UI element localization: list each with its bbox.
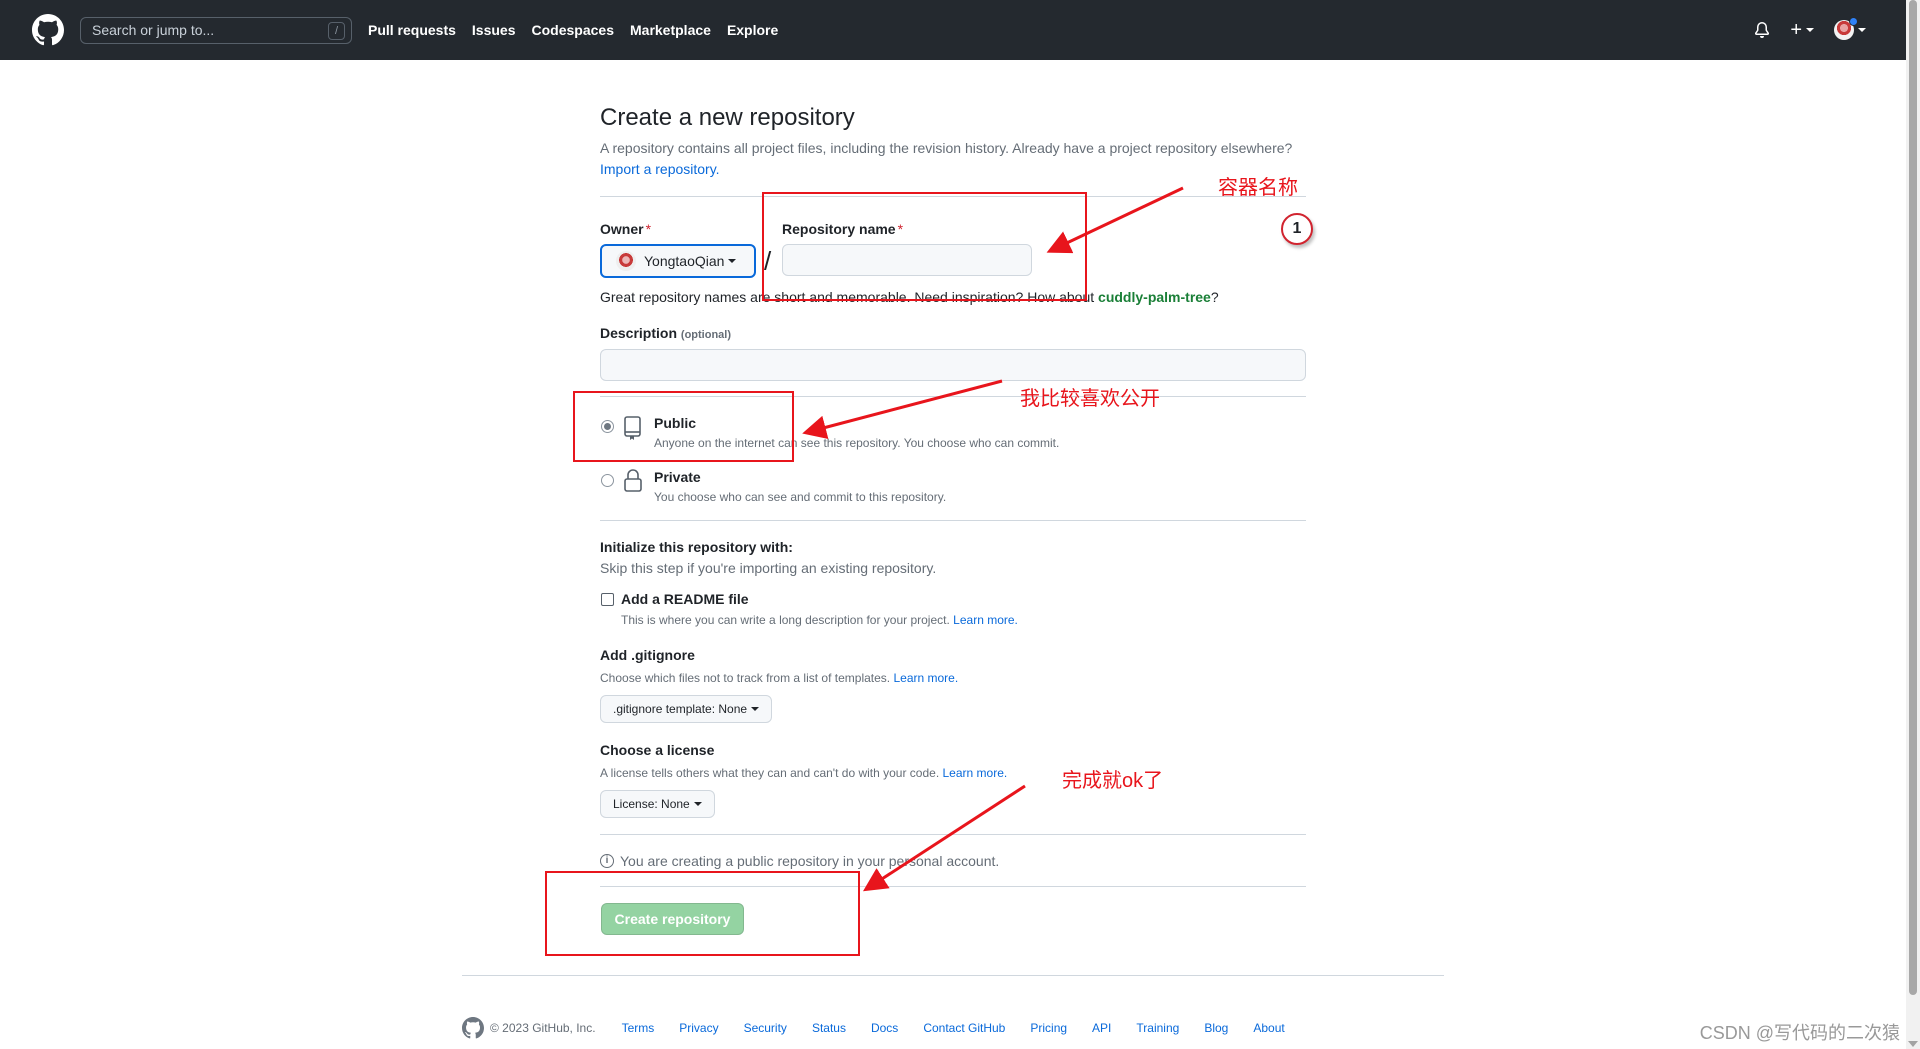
subtitle-text: A repository contains all project files,… <box>600 140 1293 156</box>
plus-icon: + <box>1790 19 1802 41</box>
owner-select[interactable]: YongtaoQian <box>600 244 756 278</box>
chevron-down-icon <box>728 259 737 263</box>
owner-value: YongtaoQian <box>644 253 725 269</box>
info-icon: i <box>600 854 614 868</box>
footer-link-pricing[interactable]: Pricing <box>1030 1021 1067 1035</box>
gitignore-learn-more-link[interactable]: Learn more. <box>893 671 958 685</box>
annotation-done-note: 完成就ok了 <box>1062 770 1164 792</box>
description-input[interactable] <box>600 349 1306 381</box>
divider <box>600 520 1306 521</box>
lock-icon <box>624 469 642 492</box>
footer-link-api[interactable]: API <box>1092 1021 1111 1035</box>
csdn-watermark: CSDN @写代码的二次猿 <box>1699 1023 1900 1043</box>
user-menu[interactable] <box>1834 17 1866 40</box>
account-info: i You are creating a public repository i… <box>600 853 999 869</box>
footer-link-privacy[interactable]: Privacy <box>679 1021 718 1035</box>
gitignore-description: Choose which files not to track from a l… <box>600 671 959 685</box>
arrow-to-public <box>802 379 1003 440</box>
primary-nav: Pull requests Issues Codespaces Marketpl… <box>368 0 794 60</box>
gitignore-title: Add .gitignore <box>600 647 695 663</box>
visibility-private-radio[interactable] <box>601 474 614 487</box>
chevron-down-icon <box>1806 28 1814 32</box>
annotation-repo-name-note: 容器名称 <box>1218 177 1298 199</box>
account-info-text: You are creating a public repository in … <box>620 853 1000 869</box>
private-description: You choose who can see and commit to thi… <box>654 490 947 504</box>
owner-label: Owner * <box>600 221 652 237</box>
footer-link-blog[interactable]: Blog <box>1204 1021 1228 1035</box>
license-description: A license tells others what they can and… <box>600 766 1008 780</box>
readme-learn-more-link[interactable]: Learn more. <box>953 613 1018 627</box>
license-select-value: License: None <box>613 797 690 811</box>
nav-explore[interactable]: Explore <box>727 22 778 38</box>
nav-issues[interactable]: Issues <box>472 22 516 38</box>
owner-avatar <box>616 251 636 271</box>
page-title: Create a new repository <box>600 104 855 131</box>
footer: © 2023 GitHub, Inc. Terms Privacy Securi… <box>462 1017 1310 1039</box>
scrollbar-thumb[interactable] <box>1909 0 1917 995</box>
create-new-dropdown[interactable]: + <box>1790 20 1814 40</box>
readme-description: This is where you can write a long descr… <box>621 613 1018 627</box>
scrollbar[interactable] <box>1906 0 1920 1049</box>
header-actions: + <box>1734 0 1866 60</box>
annotation-box-create <box>545 871 860 956</box>
nav-codespaces[interactable]: Codespaces <box>532 22 614 38</box>
annotation-box-repo-name <box>762 192 1087 301</box>
gitignore-select-value: .gitignore template: None <box>613 702 748 716</box>
github-logo-icon[interactable] <box>462 1017 484 1039</box>
import-repo-link[interactable]: Import a repository. <box>600 161 720 177</box>
notifications-bell-icon[interactable] <box>1754 22 1770 38</box>
annotation-public-note: 我比较喜欢公开 <box>1020 388 1160 410</box>
nav-marketplace[interactable]: Marketplace <box>630 22 711 38</box>
description-label: Description (optional) <box>600 325 732 341</box>
readme-label: Add a README file <box>621 591 749 607</box>
search-shortcut-key: / <box>328 22 345 40</box>
repo-name-suggestion[interactable]: cuddly-palm-tree <box>1098 289 1211 305</box>
nav-pull-requests[interactable]: Pull requests <box>368 22 456 38</box>
github-logo-icon[interactable] <box>32 14 64 46</box>
annotation-box-public <box>573 391 794 462</box>
chevron-down-icon <box>751 707 760 711</box>
arrow-to-create <box>862 784 1026 892</box>
footer-link-terms[interactable]: Terms <box>622 1021 655 1035</box>
footer-divider <box>462 975 1444 976</box>
top-header: Search or jump to... / Pull requests Iss… <box>0 0 1906 60</box>
status-dot <box>1849 17 1858 26</box>
chevron-down-icon <box>693 802 702 806</box>
footer-link-security[interactable]: Security <box>744 1021 787 1035</box>
license-title: Choose a license <box>600 742 715 758</box>
footer-link-about[interactable]: About <box>1253 1021 1284 1035</box>
readme-checkbox[interactable] <box>601 593 614 606</box>
avatar <box>1834 17 1858 40</box>
step-number-badge: 1 <box>1281 213 1313 245</box>
footer-copyright: © 2023 GitHub, Inc. <box>490 1021 596 1035</box>
page-subtitle: A repository contains all project files,… <box>600 138 1306 180</box>
license-select[interactable]: License: None <box>600 790 715 818</box>
footer-link-training[interactable]: Training <box>1136 1021 1179 1035</box>
gitignore-select[interactable]: .gitignore template: None <box>600 695 773 723</box>
footer-link-status[interactable]: Status <box>812 1021 846 1035</box>
search-placeholder: Search or jump to... <box>92 22 215 38</box>
footer-link-docs[interactable]: Docs <box>871 1021 898 1035</box>
init-subtitle: Skip this step if you're importing an ex… <box>600 560 937 576</box>
divider <box>600 834 1306 835</box>
private-label: Private <box>654 469 701 485</box>
scroll-down-arrow-icon[interactable] <box>1908 1041 1918 1047</box>
search-input[interactable]: Search or jump to... / <box>80 17 352 44</box>
chevron-down-icon <box>1858 28 1866 32</box>
license-learn-more-link[interactable]: Learn more. <box>943 766 1008 780</box>
footer-link-contact[interactable]: Contact GitHub <box>923 1021 1005 1035</box>
init-title: Initialize this repository with: <box>600 539 793 555</box>
